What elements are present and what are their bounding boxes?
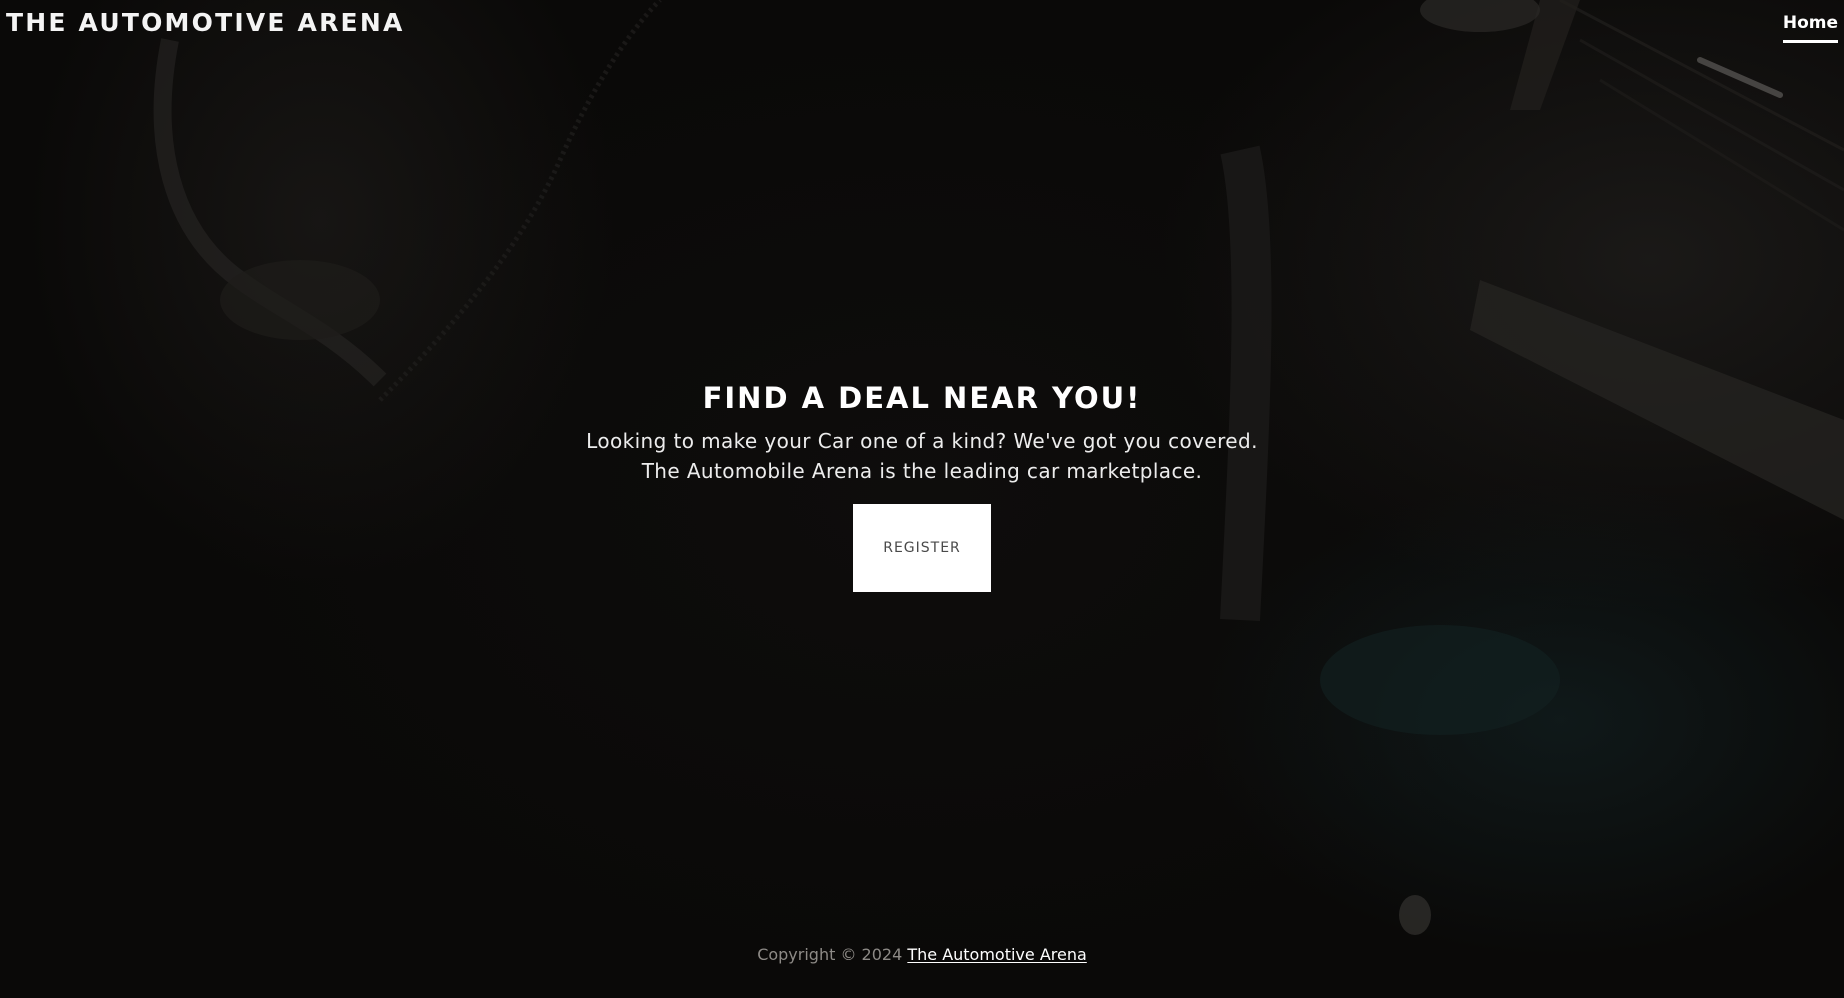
footer-brand-link[interactable]: The Automotive Arena: [907, 945, 1086, 964]
main-nav: Home: [1782, 12, 1838, 43]
hero-title: FIND A DEAL NEAR YOU!: [702, 381, 1142, 415]
hero-section: FIND A DEAL NEAR YOU! Looking to make yo…: [0, 378, 1844, 592]
register-button[interactable]: REGISTER: [853, 504, 991, 592]
hero-tagline-line2: The Automobile Arena is the leading car …: [641, 459, 1203, 483]
hero-tagline-line1: Looking to make your Car one of a kind? …: [586, 429, 1258, 453]
page: THE AUTOMOTIVE ARENA Home FIND A DEAL NE…: [0, 0, 1844, 998]
copyright-text: Copyright © 2024: [757, 945, 908, 964]
footer: Copyright © 2024 The Automotive Arena: [0, 944, 1844, 966]
nav-home-link[interactable]: Home: [1782, 12, 1838, 43]
brand-logo[interactable]: THE AUTOMOTIVE ARENA: [6, 8, 405, 38]
